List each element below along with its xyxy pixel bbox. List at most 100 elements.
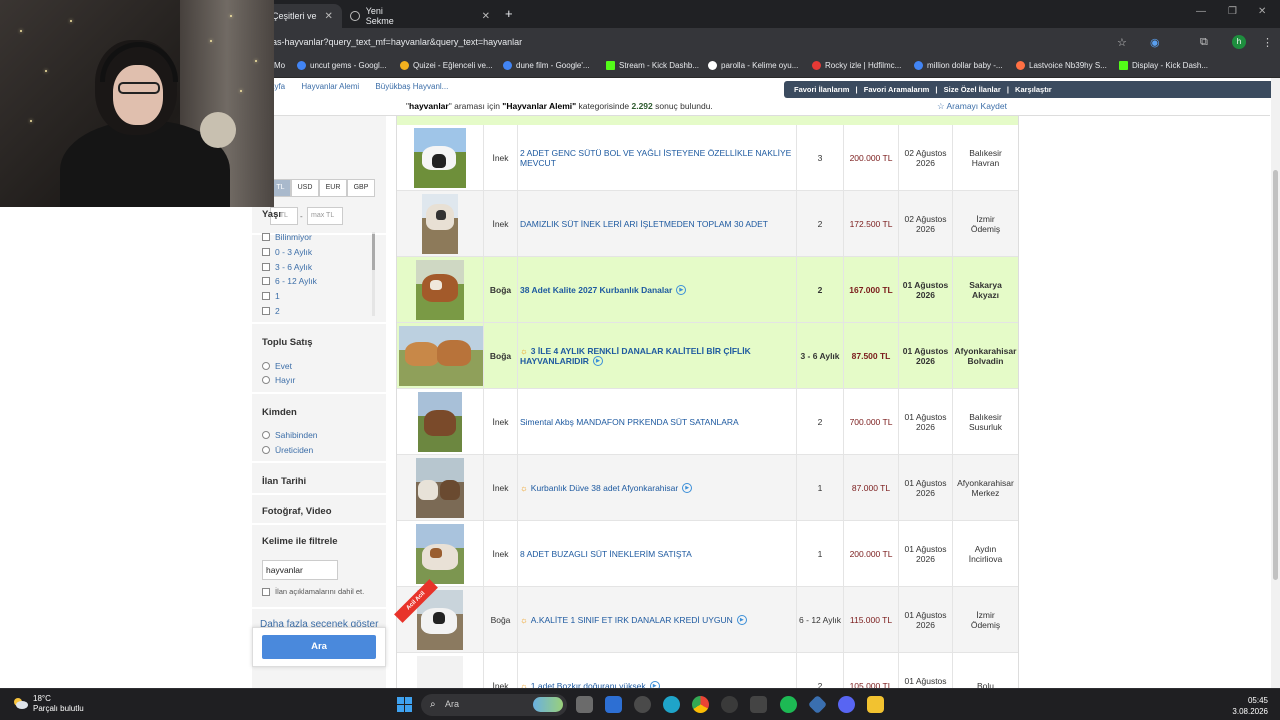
store-icon[interactable] (605, 696, 622, 713)
task-view-icon[interactable] (576, 696, 593, 713)
listing-title-cell[interactable]: ☼ 3 İLE 4 AYLIK RENKLİ DANALAR KALİTELİ B… (518, 323, 797, 389)
openai-icon[interactable] (634, 696, 651, 713)
checkbox[interactable] (262, 292, 270, 300)
listing-title[interactable]: 8 ADET BUZAGLI SÜT İNEKLERİM SATIŞTA (520, 549, 692, 559)
breadcrumb-item[interactable]: Büyükbaş Hayvanl... (375, 82, 448, 91)
listing-thumbnail-cell[interactable] (397, 257, 484, 323)
radio[interactable] (262, 431, 270, 439)
tab-new[interactable]: Yeni Sekme ✕ (342, 4, 498, 28)
listing-thumbnail-cell[interactable] (397, 455, 484, 521)
listing-photo[interactable] (416, 524, 464, 584)
bookmark-item[interactable]: parolla - Kelime oyu... (708, 61, 798, 70)
currency-gbp[interactable]: GBP (347, 179, 375, 197)
bookmark-item[interactable]: Quizei - Eğlenceli ve... (400, 61, 493, 70)
listing-title[interactable]: 3 İLE 4 AYLIK RENKLİ DANALAR KALİTELİ Bİ… (520, 346, 751, 366)
taskbar-search[interactable]: ⌕ Ara (421, 694, 567, 716)
bulk-option[interactable]: Hayır (262, 375, 295, 385)
listing-title-cell[interactable]: 38 Adet Kalite 2027 Kurbanlık Danalar ▶ (518, 257, 797, 323)
puzzle-icon[interactable]: ⧉ (1200, 36, 1208, 49)
listing-title-cell[interactable]: 8 ADET BUZAGLI SÜT İNEKLERİM SATIŞTA (518, 521, 797, 587)
listing-title[interactable]: 38 Adet Kalite 2027 Kurbanlık Danalar (520, 285, 672, 295)
save-search-link[interactable]: ☆ Aramayı Kaydet (937, 101, 1007, 112)
listing-thumbnail-cell[interactable] (397, 191, 484, 257)
bookmark-item[interactable]: uncut gems - Googl... (297, 61, 386, 70)
listing-photo[interactable] (416, 260, 464, 320)
bookmark-partial[interactable]: Mo (274, 61, 285, 70)
radio[interactable] (262, 446, 270, 454)
listing-title[interactable]: 1 adet Bozkır doğuranı yüksek (531, 681, 646, 688)
checkbox[interactable] (262, 277, 270, 285)
listing-thumbnail-cell[interactable] (397, 389, 484, 455)
age-option[interactable]: 2 (262, 306, 280, 316)
from-option[interactable]: Üreticiden (262, 445, 313, 455)
bulk-option[interactable]: Evet (262, 361, 292, 371)
checkbox[interactable] (262, 248, 270, 256)
bookmark-item[interactable]: Rocky izle | Hdfilmc... (812, 61, 901, 70)
listing-title-cell[interactable]: 2 ADET GENC SÜTÜ BOL VE YAĞLI İSTEYENE Ö… (518, 125, 797, 191)
window-close-icon[interactable]: ✕ (1258, 6, 1266, 17)
from-option[interactable]: Sahibinden (262, 430, 318, 440)
media-filter-header[interactable]: Fotoğraf, Video (262, 506, 332, 517)
listing-row[interactable]: İnek DAMIZLIK SÜT İNEK LERİ ARI İŞLETMED… (397, 191, 1018, 257)
currency-usd[interactable]: USD (291, 179, 319, 197)
star-icon[interactable]: ☆ (1117, 36, 1127, 49)
compare-link[interactable]: Karşılaştır (1015, 85, 1052, 94)
age-option[interactable]: 6 - 12 Aylık (262, 276, 317, 286)
listing-thumbnail-cell[interactable] (397, 125, 484, 191)
listing-title[interactable]: Simental Akbş MANDAFON PRKENDA SÜT SATAN… (520, 417, 739, 427)
date-filter-header[interactable]: İlan Tarihi (262, 476, 306, 487)
checkbox[interactable] (262, 263, 270, 271)
checkbox[interactable] (262, 307, 270, 315)
app-icon[interactable] (807, 694, 828, 715)
page-scrollbar[interactable] (1271, 78, 1280, 688)
app-icon[interactable] (750, 696, 767, 713)
radio[interactable] (262, 362, 270, 370)
listing-row[interactable]: İnek Simental Akbş MANDAFON PRKENDA SÜT … (397, 389, 1018, 455)
listing-title[interactable]: DAMIZLIK SÜT İNEK LERİ ARI İŞLETMEDEN TO… (520, 219, 768, 229)
listing-title-cell[interactable]: ☼ 1 adet Bozkır doğuranı yüksek ▶ (518, 653, 797, 688)
special-listings-link[interactable]: Size Özel İlanlar (944, 85, 1001, 94)
bookmark-item[interactable]: Display - Kick Dash... (1119, 61, 1208, 70)
weather-widget[interactable]: 18°C Parçalı bulutlu (12, 694, 84, 714)
extension-icon[interactable]: ◉ (1150, 36, 1160, 49)
currency-eur[interactable]: EUR (319, 179, 347, 197)
tab-active[interactable]: Çeşitleri ve ✕ (264, 4, 342, 28)
listing-photo[interactable] (418, 392, 462, 452)
obs-icon[interactable] (721, 696, 738, 713)
bookmark-item[interactable]: Lastvoice Nb39hy S... (1016, 61, 1107, 70)
scroll-thumb[interactable] (372, 234, 375, 270)
bookmark-item[interactable]: Stream - Kick Dashb... (606, 61, 699, 70)
listing-title-cell[interactable]: Simental Akbş MANDAFON PRKENDA SÜT SATAN… (518, 389, 797, 455)
bookmark-item[interactable]: million dollar baby -... (914, 61, 1003, 70)
favorite-listings-link[interactable]: Favori İlanlarım (794, 85, 849, 94)
listing-photo[interactable] (414, 128, 466, 188)
age-scrollbar[interactable] (372, 232, 375, 316)
listing-thumbnail-cell[interactable] (397, 323, 484, 389)
listing-photo[interactable] (422, 194, 458, 254)
chrome-icon[interactable] (692, 696, 709, 713)
keyword-input[interactable]: hayvanlar (262, 560, 338, 580)
age-option[interactable]: 1 (262, 291, 280, 301)
listing-row[interactable]: İnek ☼ 1 adet Bozkır doğuranı yüksek ▶ 2 1… (397, 653, 1018, 688)
listing-row[interactable]: Boğa ☼ 3 İLE 4 AYLIK RENKLİ DANALAR KALİT… (397, 323, 1018, 389)
close-tab-icon[interactable]: ✕ (325, 11, 333, 22)
listing-title[interactable]: A.KALİTE 1 SINIF ET IRK DANALAR KREDİ UY… (531, 615, 733, 625)
close-tab-icon[interactable]: ✕ (482, 11, 490, 22)
edge-icon[interactable] (663, 696, 680, 713)
listing-title[interactable]: Kurbanlık Düve 38 adet Afyonkarahisar (531, 483, 678, 493)
breadcrumb-item[interactable]: Hayvanlar Alemi (301, 82, 359, 91)
listing-title-cell[interactable]: DAMIZLIK SÜT İNEK LERİ ARI İŞLETMEDEN TO… (518, 191, 797, 257)
age-option[interactable]: 0 - 3 Aylık (262, 247, 312, 257)
listing-row[interactable]: Boğa 38 Adet Kalite 2027 Kurbanlık Danal… (397, 257, 1018, 323)
listing-row[interactable]: Acil Acil Boğa ☼ A.KALİTE 1 SINIF ET IRK … (394, 579, 1018, 653)
checkbox[interactable] (262, 233, 270, 241)
minimize-icon[interactable]: — (1196, 6, 1206, 17)
system-clock[interactable]: 05:45 3.08.2026 (1220, 695, 1268, 717)
listing-title-cell[interactable]: ☼ A.KALİTE 1 SINIF ET IRK DANALAR KREDİ U… (518, 587, 797, 653)
bookmark-item[interactable]: dune film - Google'... (503, 61, 590, 70)
new-tab-button[interactable]: + (505, 6, 513, 21)
age-option[interactable]: Bilinmiyor (262, 232, 312, 242)
favorite-searches-link[interactable]: Favori Aramalarım (864, 85, 930, 94)
checkbox[interactable] (262, 587, 270, 596)
listing-thumbnail-cell[interactable] (397, 653, 484, 688)
